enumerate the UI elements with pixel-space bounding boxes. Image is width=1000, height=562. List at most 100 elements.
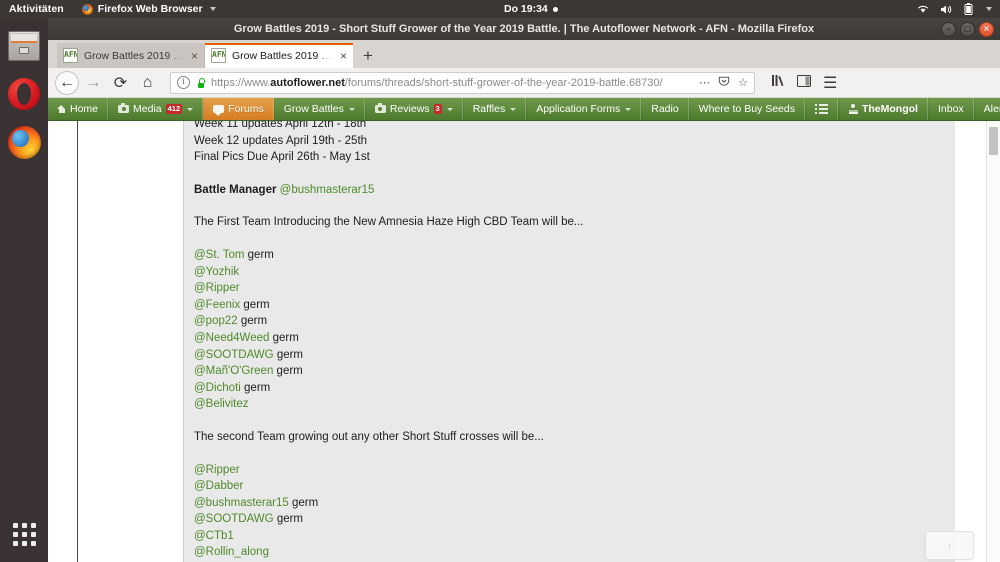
nav-item-label: Grow Battles bbox=[283, 103, 344, 115]
show-applications-button[interactable] bbox=[0, 514, 48, 554]
tab-close-icon[interactable]: × bbox=[191, 50, 198, 62]
window-controls: – □ × bbox=[941, 18, 994, 40]
dock-item-opera[interactable] bbox=[0, 70, 48, 118]
site-navigation-bar: Home Media 412 Forums Grow Battles Revie… bbox=[48, 98, 1000, 121]
team1-intro: The First Team Introducing the New Amnes… bbox=[194, 216, 584, 229]
window-title: Grow Battles 2019 - Short Stuff Grower o… bbox=[233, 23, 815, 35]
nav-item-media[interactable]: Media 412 bbox=[108, 98, 204, 120]
files-icon bbox=[8, 31, 40, 61]
bookmark-star-icon[interactable]: ☆ bbox=[738, 76, 748, 89]
nav-item-raffles[interactable]: Raffles bbox=[462, 98, 527, 120]
mention-link[interactable]: @Dabber bbox=[194, 480, 243, 492]
nav-item-account[interactable]: TheMongol bbox=[838, 98, 928, 120]
mention-link[interactable]: @CTb1 bbox=[194, 530, 234, 542]
entry-note: germ bbox=[276, 348, 304, 361]
mention-link[interactable]: @Mañ'O'Green bbox=[194, 365, 273, 377]
bubble-icon bbox=[213, 105, 225, 116]
mention-link[interactable]: @Need4Weed bbox=[194, 332, 269, 344]
mention-link[interactable]: @Belivitez bbox=[194, 398, 249, 410]
entry-note: germ bbox=[240, 315, 268, 328]
browser-toolbar: ← → ⟳ ⌂ i https://www.autoflower.net/for… bbox=[48, 68, 1000, 98]
home-icon bbox=[57, 104, 66, 114]
new-tab-button[interactable]: + bbox=[353, 43, 383, 68]
maximize-icon: □ bbox=[963, 24, 972, 33]
forward-button[interactable]: → bbox=[81, 70, 106, 95]
nav-item-where-to-buy-seeds[interactable]: Where to Buy Seeds bbox=[688, 98, 805, 120]
system-tray[interactable] bbox=[917, 3, 992, 15]
url-text: https://www.autoflower.net/forums/thread… bbox=[211, 77, 693, 89]
nav-item-inbox[interactable]: Inbox bbox=[927, 98, 974, 120]
team2-entry: @Rollin_along bbox=[194, 544, 955, 561]
scroll-to-top-button[interactable]: ↑ bbox=[925, 531, 974, 560]
app-menu-label: Firefox Web Browser bbox=[97, 3, 203, 15]
browser-tab-1[interactable]: AFN Grow Battles 2019 - The × bbox=[57, 43, 205, 68]
mention-link[interactable]: @Feenix bbox=[194, 299, 240, 311]
nav-item-application-forms[interactable]: Application Forms bbox=[526, 98, 642, 120]
entry-note: germ bbox=[276, 513, 304, 526]
activities-button[interactable]: Aktivitäten bbox=[0, 0, 73, 18]
mention-link[interactable]: @Ripper bbox=[194, 464, 240, 476]
team1-entry: @Need4Weed germ bbox=[194, 330, 955, 347]
nav-item-alerts[interactable]: Alerts 2 bbox=[973, 98, 1000, 120]
mention-link[interactable]: @St. Tom bbox=[194, 249, 244, 261]
mention-link[interactable]: @bushmasterar15 bbox=[280, 184, 375, 196]
dock-item-files[interactable] bbox=[0, 22, 48, 70]
team1-entry: @Yozhik bbox=[194, 264, 955, 281]
app-grid-icon bbox=[12, 522, 36, 546]
mention-link[interactable]: @Dichoti bbox=[194, 382, 241, 394]
tab-close-icon[interactable]: × bbox=[340, 50, 347, 62]
entry-note: germ bbox=[272, 331, 299, 344]
scrollbar-thumb[interactable] bbox=[989, 127, 998, 155]
home-button[interactable]: ⌂ bbox=[135, 70, 160, 95]
sidebar-icon[interactable] bbox=[797, 74, 811, 92]
nav-item-forums[interactable]: Forums bbox=[203, 98, 274, 120]
tab-strip: AFN Grow Battles 2019 - The × AFN Grow B… bbox=[48, 40, 1000, 68]
url-prefix: https://www. bbox=[211, 76, 271, 89]
mention-link[interactable]: @pop22 bbox=[194, 315, 238, 327]
page-scrollbar[interactable] bbox=[986, 121, 1000, 562]
address-bar[interactable]: i https://www.autoflower.net/forums/thre… bbox=[170, 71, 755, 94]
nav-item-home[interactable]: Home bbox=[48, 98, 109, 120]
clock-button[interactable]: Do 19:34 bbox=[504, 3, 558, 15]
page-info-icon[interactable]: i bbox=[177, 76, 190, 89]
mention-link[interactable]: @bushmasterar15 bbox=[194, 497, 289, 509]
mention-link[interactable]: @Rollin_along bbox=[194, 546, 269, 558]
team1-entry: @Ripper bbox=[194, 280, 955, 297]
pocket-icon[interactable] bbox=[718, 75, 730, 90]
menu-icon[interactable]: ☰ bbox=[823, 73, 837, 93]
mention-link[interactable]: @SOOTDAWG bbox=[194, 349, 274, 361]
ubuntu-dock bbox=[0, 18, 48, 562]
page-actions-icon[interactable]: ⋯ bbox=[699, 76, 710, 89]
close-button[interactable]: × bbox=[979, 21, 994, 37]
browser-tab-2[interactable]: AFN Grow Battles 2019 - Sho × bbox=[205, 43, 353, 68]
url-path: /forums/threads/short-stuff-grower-of-th… bbox=[344, 76, 663, 89]
dock-item-firefox[interactable] bbox=[0, 118, 48, 166]
nav-item-radio[interactable]: Radio bbox=[641, 98, 689, 120]
afn-favicon-icon: AFN bbox=[211, 48, 226, 63]
schedule-line: Final Pics Due April 26th - May 1st bbox=[194, 151, 370, 164]
mention-link[interactable]: @SOOTDAWG bbox=[194, 513, 274, 525]
library-icon[interactable] bbox=[771, 74, 785, 92]
mention-link[interactable]: @Yozhik bbox=[194, 266, 239, 278]
post-message-block: Week 11 updates April 12th - 18th Week 1… bbox=[183, 121, 955, 562]
wifi-icon bbox=[917, 4, 929, 14]
schedule-line: Week 11 updates April 12th - 18th bbox=[194, 121, 367, 130]
reload-button[interactable]: ⟳ bbox=[108, 70, 133, 95]
team2-entry: @Dabber bbox=[194, 478, 955, 495]
chevron-down-icon bbox=[510, 107, 517, 111]
team2-entry: @Ripper bbox=[194, 462, 955, 479]
chevron-down-icon bbox=[187, 107, 194, 111]
nav-item-grow-battles[interactable]: Grow Battles bbox=[273, 98, 365, 120]
close-icon: × bbox=[983, 24, 990, 33]
mention-link[interactable]: @Ripper bbox=[194, 282, 240, 294]
nav-item-reviews[interactable]: Reviews 3 bbox=[364, 98, 463, 120]
maximize-button[interactable]: □ bbox=[960, 21, 975, 37]
back-button[interactable]: ← bbox=[55, 70, 79, 95]
firefox-icon bbox=[7, 125, 41, 159]
app-menu-firefox[interactable]: Firefox Web Browser bbox=[81, 3, 216, 15]
nav-item-label: Where to Buy Seeds bbox=[698, 103, 795, 115]
nav-item-more-list[interactable] bbox=[804, 98, 838, 120]
minimize-button[interactable]: – bbox=[941, 21, 956, 37]
account-username: TheMongol bbox=[861, 103, 918, 115]
